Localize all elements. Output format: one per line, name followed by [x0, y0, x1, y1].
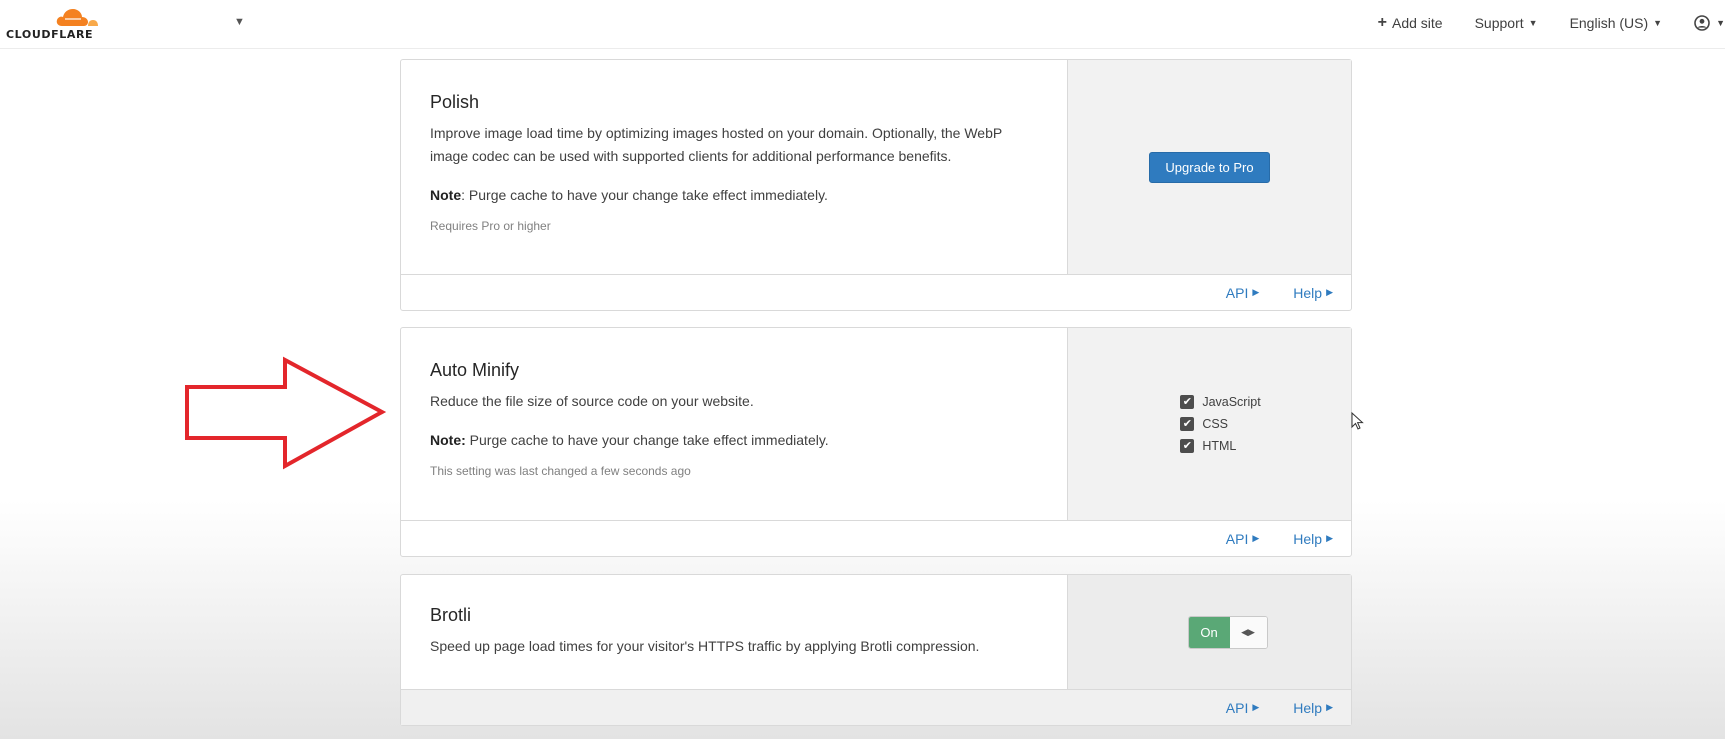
card-footer: API ▶ Help ▶	[401, 274, 1351, 310]
triangle-right-icon: ▶	[1252, 533, 1260, 543]
mouse-cursor-icon	[1351, 412, 1364, 430]
card-setting-panel: ✔ JavaScript ✔ CSS ✔ HTML	[1067, 328, 1351, 520]
support-dropdown[interactable]: Support ▼	[1475, 15, 1538, 31]
checkbox-label: JavaScript	[1202, 395, 1261, 409]
css-checkbox[interactable]: ✔ CSS	[1180, 413, 1260, 435]
header-nav: + Add site Support ▼ English (US) ▼ ▼	[1346, 14, 1725, 32]
cloud-logo-icon	[56, 9, 98, 26]
caret-down-icon: ▼	[1528, 18, 1538, 28]
add-site-label: Add site	[1392, 15, 1443, 31]
caret-down-icon: ▼	[1653, 18, 1663, 28]
check-icon: ✔	[1180, 395, 1195, 409]
note-label: Note:	[430, 432, 466, 448]
card-setting-panel: On ◀▶	[1067, 575, 1351, 689]
help-link[interactable]: Help ▶	[1293, 531, 1333, 547]
card-note: Note: Purge cache to have your change ta…	[430, 432, 1039, 448]
polish-card: Polish Improve image load time by optimi…	[400, 59, 1352, 311]
check-icon: ✔	[1180, 417, 1195, 431]
logo-wordmark: CLOUDFLARE	[6, 28, 94, 41]
red-arrow-annotation	[185, 356, 387, 470]
api-label: API	[1225, 284, 1249, 301]
cloudflare-logo[interactable]: CLOUDFLARE	[6, 4, 116, 44]
card-title: Brotli	[430, 605, 472, 625]
brotli-card: Brotli Speed up page load times for your…	[400, 574, 1352, 726]
last-changed-text: This setting was last changed a few seco…	[430, 464, 691, 478]
api-link[interactable]: API ▶	[1226, 285, 1260, 301]
card-title: Auto Minify	[430, 360, 520, 380]
card-requirement: Requires Pro or higher	[430, 219, 551, 233]
caret-down-icon: ▼	[1716, 18, 1725, 28]
minify-options: ✔ JavaScript ✔ CSS ✔ HTML	[1180, 391, 1261, 457]
html-checkbox[interactable]: ✔ HTML	[1180, 435, 1260, 457]
toggle-on-label: On	[1188, 616, 1230, 648]
user-icon	[1694, 15, 1710, 31]
triangle-right-icon: ▶	[1252, 702, 1260, 712]
add-site-link[interactable]: + Add site	[1378, 14, 1443, 32]
note-label: Note	[430, 187, 462, 203]
api-label: API	[1225, 530, 1249, 547]
plus-icon: +	[1377, 14, 1387, 31]
card-description: Improve image load time by optimizing im…	[430, 125, 1002, 164]
help-link[interactable]: Help ▶	[1293, 285, 1333, 301]
resize-handle-icon: ◀▶	[1229, 616, 1267, 648]
note-text: Purge cache to have your change take eff…	[465, 432, 829, 448]
api-link[interactable]: API ▶	[1226, 700, 1260, 716]
javascript-checkbox[interactable]: ✔ JavaScript	[1180, 391, 1261, 413]
checkbox-label: CSS	[1202, 417, 1229, 431]
card-description: Reduce the file size of source code on y…	[430, 393, 754, 409]
note-text: : Purge cache to have your change take e…	[461, 187, 828, 203]
triangle-right-icon: ▶	[1326, 702, 1333, 712]
triangle-right-icon: ▶	[1252, 287, 1260, 297]
help-link[interactable]: Help ▶	[1293, 700, 1333, 716]
card-setting-panel: Upgrade to Pro	[1067, 60, 1351, 274]
auto-minify-card: Auto Minify Reduce the file size of sour…	[400, 327, 1352, 557]
triangle-right-icon: ▶	[1326, 533, 1333, 543]
account-dropdown-caret-icon[interactable]: ▼	[234, 16, 245, 28]
help-label: Help	[1293, 530, 1323, 547]
top-navigation-bar: CLOUDFLARE ▼ + Add site Support ▼ Englis…	[0, 0, 1725, 49]
user-menu[interactable]: ▼	[1694, 15, 1725, 31]
help-label: Help	[1293, 699, 1323, 716]
api-label: API	[1225, 699, 1249, 716]
language-label: English (US)	[1569, 15, 1649, 31]
language-dropdown[interactable]: English (US) ▼	[1570, 15, 1663, 31]
brotli-toggle[interactable]: On ◀▶	[1187, 615, 1268, 649]
check-icon: ✔	[1180, 439, 1195, 453]
card-footer: API ▶ Help ▶	[401, 689, 1351, 725]
help-label: Help	[1293, 284, 1323, 301]
card-footer: API ▶ Help ▶	[401, 520, 1351, 556]
api-link[interactable]: API ▶	[1226, 531, 1260, 547]
card-note: Note: Purge cache to have your change ta…	[430, 187, 1039, 203]
checkbox-label: HTML	[1202, 439, 1237, 453]
support-label: Support	[1474, 15, 1524, 31]
triangle-right-icon: ▶	[1326, 287, 1333, 297]
upgrade-to-pro-button[interactable]: Upgrade to Pro	[1149, 151, 1270, 183]
card-description: Speed up page load times for your visito…	[430, 638, 980, 654]
card-title: Polish	[430, 92, 480, 112]
